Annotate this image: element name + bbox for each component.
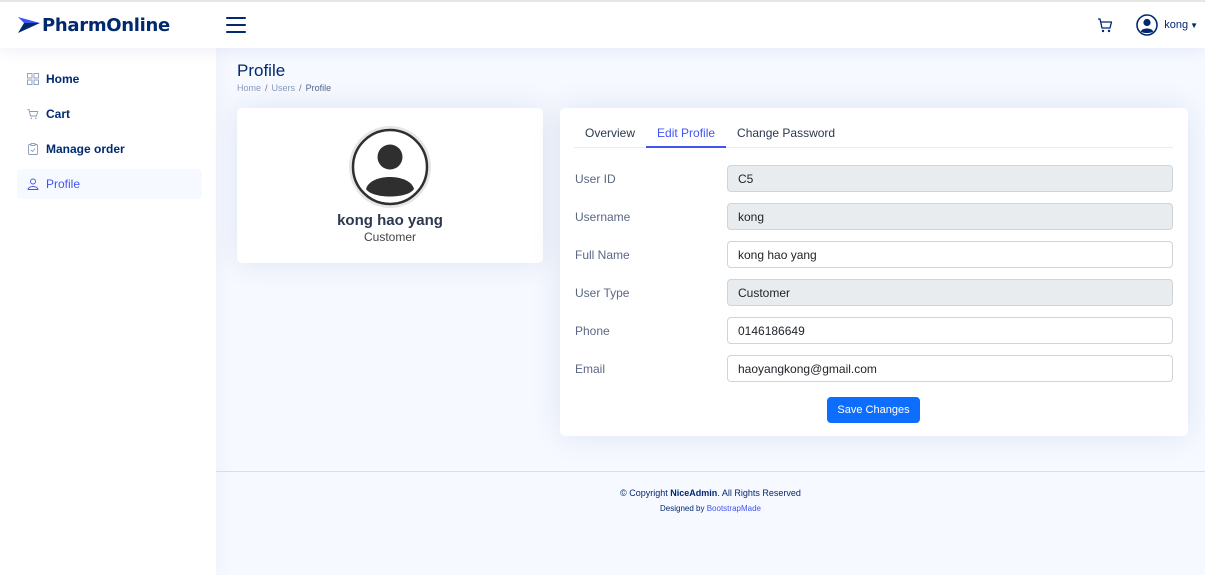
cart-icon bbox=[27, 109, 39, 120]
copyright-prefix: © Copyright bbox=[620, 488, 668, 498]
top-header: PharmOnline kong ▼ bbox=[0, 0, 1205, 48]
user-name[interactable]: kong bbox=[1164, 19, 1188, 31]
sidebar-item-label: Profile bbox=[46, 177, 81, 191]
username-field[interactable] bbox=[727, 203, 1173, 230]
cart-icon[interactable] bbox=[1096, 16, 1114, 34]
breadcrumb: Home / Users / Profile bbox=[237, 83, 332, 93]
field-row-user-type: User Type bbox=[574, 279, 1173, 306]
user-type-field[interactable] bbox=[727, 279, 1173, 306]
designer-link[interactable]: BootstrapMade bbox=[707, 504, 761, 513]
save-changes-button[interactable]: Save Changes bbox=[827, 397, 920, 423]
field-row-username: Username bbox=[574, 203, 1173, 230]
brand-name: PharmOnline bbox=[42, 14, 170, 36]
logo-arrow-icon bbox=[18, 17, 40, 33]
caret-down-icon[interactable]: ▼ bbox=[1190, 21, 1198, 30]
profile-role: Customer bbox=[363, 230, 416, 244]
credits: Designed by BootstrapMade bbox=[216, 504, 1205, 513]
user-id-label: User ID bbox=[575, 171, 616, 186]
profile-card: kong hao yang Customer bbox=[237, 108, 543, 263]
page-title-block: Profile Home / Users / Profile bbox=[237, 61, 331, 93]
full-name-label: Full Name bbox=[575, 247, 630, 262]
phone-field[interactable] bbox=[727, 317, 1173, 344]
sidebar-item-home[interactable]: Home bbox=[17, 64, 202, 94]
breadcrumb-home[interactable]: Home bbox=[237, 83, 261, 93]
sidebar-item-cart[interactable]: Cart bbox=[17, 99, 202, 129]
footer: © Copyright NiceAdmin. All Rights Reserv… bbox=[216, 471, 1205, 575]
clipboard-icon bbox=[28, 143, 38, 155]
phone-label: Phone bbox=[575, 323, 610, 338]
field-row-full-name: Full Name bbox=[574, 241, 1173, 268]
field-row-email: Email bbox=[574, 355, 1173, 382]
username-label: Username bbox=[575, 209, 631, 224]
user-id-field[interactable] bbox=[727, 165, 1173, 192]
profile-name: kong hao yang bbox=[337, 212, 443, 229]
menu-toggle-icon[interactable] bbox=[226, 17, 246, 33]
grid-icon bbox=[27, 73, 39, 85]
field-row-phone: Phone bbox=[574, 317, 1173, 344]
email-label: Email bbox=[575, 361, 606, 376]
copyright-suffix: . All Rights Reserved bbox=[717, 488, 801, 498]
sidebar-item-label: Cart bbox=[46, 107, 71, 121]
breadcrumb-current: Profile bbox=[305, 83, 332, 93]
copyright-brand: NiceAdmin bbox=[670, 488, 718, 498]
copyright: © Copyright NiceAdmin. All Rights Reserv… bbox=[216, 488, 1205, 498]
sidebar-item-label: Manage order bbox=[46, 142, 125, 156]
full-name-field[interactable] bbox=[727, 241, 1173, 268]
email-field[interactable] bbox=[727, 355, 1173, 382]
brand-logo[interactable]: PharmOnline bbox=[0, 15, 216, 36]
header-right: kong ▼ bbox=[1096, 2, 1198, 48]
designed-by-label: Designed by bbox=[660, 504, 705, 513]
sidebar-item-manage-order[interactable]: Manage order bbox=[17, 134, 202, 164]
sidebar: Home Cart Manage order Profile bbox=[0, 48, 216, 575]
person-icon bbox=[27, 178, 39, 190]
edit-profile-card: Overview Edit Profile Change Password Us… bbox=[560, 108, 1188, 436]
user-type-label: User Type bbox=[575, 285, 630, 300]
sidebar-item-profile[interactable]: Profile bbox=[17, 169, 202, 199]
field-row-user-id: User ID bbox=[574, 165, 1173, 192]
page-title: Profile bbox=[237, 61, 286, 80]
tab-change-password[interactable]: Change Password bbox=[726, 122, 846, 148]
user-avatar-icon[interactable] bbox=[1136, 14, 1159, 36]
breadcrumb-users[interactable]: Users bbox=[272, 83, 296, 93]
profile-avatar-icon bbox=[349, 126, 431, 208]
tab-edit-profile[interactable]: Edit Profile bbox=[646, 122, 727, 148]
profile-tabs: Overview Edit Profile Change Password bbox=[574, 122, 1173, 148]
tab-overview[interactable]: Overview bbox=[574, 122, 646, 148]
sidebar-item-label: Home bbox=[46, 72, 80, 86]
